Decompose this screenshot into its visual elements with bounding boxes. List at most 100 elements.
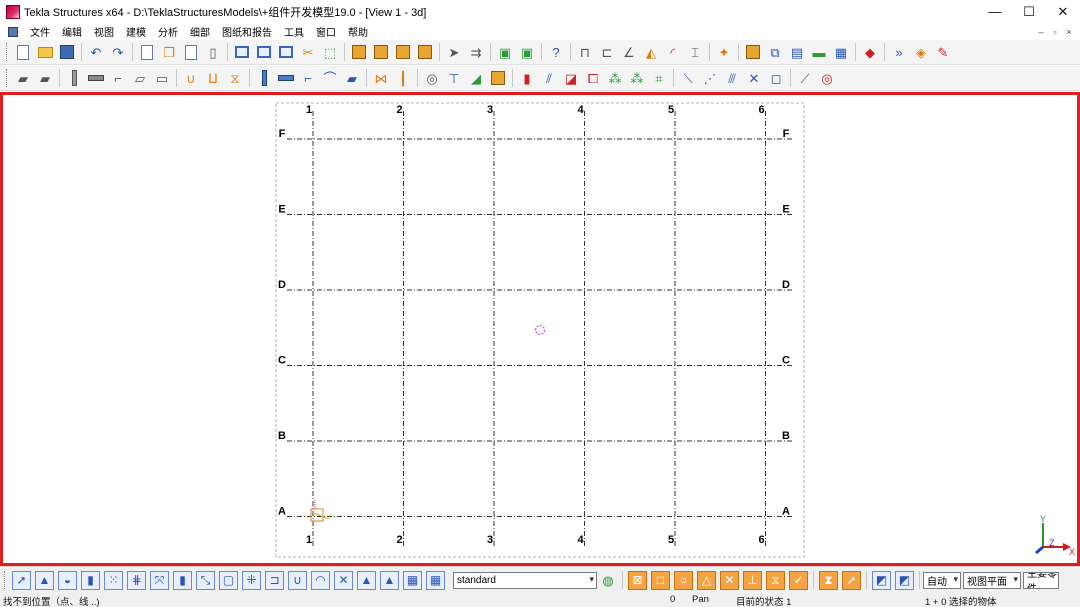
select-single-bolt-icon[interactable]: ✕ [334,570,353,590]
select-reference-icon[interactable]: ∪ [288,570,307,590]
select-surface-icon[interactable]: ◒ [58,570,77,590]
menu-analysis[interactable]: 分析 [152,24,184,39]
plane-mode-select[interactable]: 视图平面 ▾ [963,571,1021,589]
copy-icon[interactable] [138,43,156,61]
select-nested-icon[interactable]: ▦ [426,570,445,590]
mdi-minimize-button[interactable]: – [1034,27,1048,37]
help-icon[interactable]: ? [547,43,565,61]
snap-center-icon[interactable]: ○ [674,570,693,590]
minimize-button[interactable]: — [978,0,1012,23]
concrete-column-icon[interactable] [65,69,83,87]
select-all-icon[interactable]: ➚ [12,570,31,590]
concrete-polybeam-icon[interactable]: ⌐ [109,69,127,87]
select-component-icon[interactable]: ⁜ [242,570,261,590]
menu-drawings-reports[interactable]: 图纸和报告 [216,24,278,39]
assembly-icon[interactable]: ▣ [496,43,514,61]
profile-icon[interactable]: ⧉ [766,43,784,61]
snap-reference-icon[interactable]: ⊠ [628,570,647,590]
toolbar-grip[interactable] [6,69,9,87]
selection-mode-select[interactable]: 主要零件 [1023,571,1059,589]
binoculars-icon[interactable]: ◎ [423,69,441,87]
document-icon[interactable] [8,26,18,37]
lock-icon[interactable]: ▬ [810,43,828,61]
clash-icon[interactable]: ⇉ [467,43,485,61]
grid-canvas[interactable]: 1 1 2 2 3 3 4 4 5 5 6 6 F F E E D D C C B B A A Y Z X [3,95,1077,563]
angle-icon[interactable]: ∠ [620,43,638,61]
catalog-icon[interactable] [744,43,762,61]
select-load-icon[interactable]: ⤧ [150,570,169,590]
tekla-icon[interactable]: ✎ [934,43,952,61]
cut-part-icon[interactable]: ▮ [518,69,536,87]
measure-icon[interactable]: ◭ [642,43,660,61]
weld-polygon-icon[interactable]: ◢ [467,69,485,87]
drawing-list-icon[interactable] [372,43,390,61]
select-cut-icon[interactable]: ⁙ [104,570,123,590]
snap-geometry-icon[interactable]: □ [651,570,670,590]
dimension-icon[interactable]: ⌶ [686,43,704,61]
snap-mode-select[interactable]: 自动 ▾ [923,571,961,589]
orthogonal-beam-icon[interactable]: ▰ [343,69,361,87]
surface-icon[interactable] [489,69,507,87]
point-extension-icon[interactable]: ⫻ [723,69,741,87]
menu-modeling[interactable]: 建模 [120,24,152,39]
move-icon[interactable]: ▯ [204,43,222,61]
chamfer-icon[interactable]: ⁂ [606,69,624,87]
polygon-cut-icon[interactable]: ⧠ [584,69,602,87]
select-object-icon[interactable]: ▲ [380,570,399,590]
filter-settings-icon[interactable]: ◍ [599,571,617,589]
drawing-edit-icon[interactable] [416,43,434,61]
mdi-close-button[interactable]: × [1062,27,1076,37]
maximize-button[interactable]: ☐ [1012,0,1046,23]
point-on-line-icon[interactable]: ⋰ [701,69,719,87]
work-plane-icon[interactable]: ◩ [895,570,914,590]
rebar-icon[interactable]: ▦ [832,43,850,61]
snap-perpendicular-icon[interactable]: ⊥ [743,570,762,590]
concrete-panel-icon[interactable]: ▭ [153,69,171,87]
menu-tools[interactable]: 工具 [278,24,310,39]
select-nested-icon[interactable]: ▦ [403,570,422,590]
snap-nearest-icon[interactable]: ⧗ [819,570,838,590]
view-list-icon[interactable] [255,43,273,61]
drawing-icon[interactable] [394,43,412,61]
menu-file[interactable]: 文件 [24,24,56,39]
select-icon[interactable]: ⬚ [321,43,339,61]
toolbar-grip[interactable] [4,571,7,589]
menu-view[interactable]: 视图 [88,24,120,39]
concrete-pad-icon[interactable]: ▰ [14,69,32,87]
new-icon[interactable] [14,43,32,61]
report-icon[interactable] [350,43,368,61]
redo-icon[interactable]: ↷ [109,43,127,61]
twin-profile-icon[interactable]: ⋈ [372,69,390,87]
shortcut-icon[interactable]: » [890,43,908,61]
select-grid-icon[interactable]: ▮ [173,570,192,590]
tekla-icon[interactable]: ◈ [912,43,930,61]
work-point-marker[interactable] [535,325,545,335]
close-button[interactable]: ✕ [1046,0,1080,23]
fitting-icon[interactable]: ⫽ [540,69,558,87]
window-icon[interactable] [233,43,251,61]
view-plane-icon[interactable]: ◩ [872,570,891,590]
macro-icon[interactable]: ◆ [861,43,879,61]
select-bolt-group-icon[interactable]: ◠ [311,570,330,590]
concrete-slab-icon[interactable]: ▱ [131,69,149,87]
polybeam-icon[interactable]: ⌐ [299,69,317,87]
point-intersect-icon[interactable]: ✕ [745,69,763,87]
menu-window[interactable]: 窗口 [310,24,342,39]
select-weld-icon[interactable]: ▮ [81,570,100,590]
copy-special-icon[interactable] [182,43,200,61]
bent-plate-icon[interactable]: ∪ [182,69,200,87]
arc-icon[interactable]: ◜ [664,43,682,61]
item-icon[interactable]: ⧖ [226,69,244,87]
toolbar-grip[interactable] [6,43,9,61]
select-part-icon[interactable]: ▲ [35,570,54,590]
model-view-3d[interactable]: 1 1 2 2 3 3 4 4 5 5 6 6 F F E E D D C C B B A A Y Z X [0,92,1080,566]
contour-plate-icon[interactable]: ┃ [394,69,412,87]
view-properties-icon[interactable] [277,43,295,61]
point-icon[interactable]: ✦ [715,43,733,61]
circle-icon[interactable]: ◎ [818,69,836,87]
paste-icon[interactable]: ❐ [160,43,178,61]
undo-icon[interactable]: ↶ [87,43,105,61]
snap-free-icon[interactable]: ➚ [842,570,861,590]
point-plane-icon[interactable]: ◻ [767,69,785,87]
custom-component-icon[interactable]: ⁂ [628,69,646,87]
